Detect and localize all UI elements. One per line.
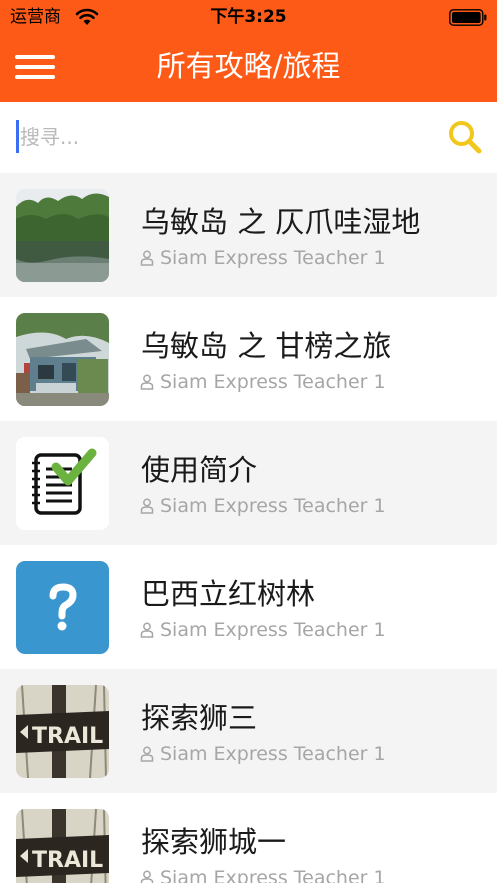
battery-icon bbox=[449, 9, 487, 26]
item-author: Siam Express Teacher 1 bbox=[140, 246, 386, 270]
list-item[interactable]: 使用简介 Siam Express Teacher 1 bbox=[0, 421, 497, 545]
wetland-lake-thumbnail bbox=[16, 189, 109, 282]
author-name: Siam Express Teacher 1 bbox=[160, 743, 386, 765]
item-title: 乌敏岛 之 甘榜之旅 bbox=[141, 329, 392, 363]
search-icon[interactable] bbox=[447, 119, 483, 155]
user-icon bbox=[140, 622, 154, 638]
author-name: Siam Express Teacher 1 bbox=[160, 247, 386, 269]
item-author: Siam Express Teacher 1 bbox=[140, 370, 386, 394]
list-item[interactable]: 乌敏岛 之 仄爪哇湿地 Siam Express Teacher 1 bbox=[0, 173, 497, 297]
author-name: Siam Express Teacher 1 bbox=[160, 495, 386, 517]
status-time: 下午3:25 bbox=[210, 7, 287, 27]
trail-sign-thumbnail: TRAIL bbox=[16, 809, 109, 883]
item-author: Siam Express Teacher 1 bbox=[140, 494, 386, 518]
item-title: 使用简介 bbox=[141, 453, 258, 487]
search-input[interactable] bbox=[20, 120, 430, 154]
list-item[interactable]: 巴西立红树林 Siam Express Teacher 1 bbox=[0, 545, 497, 669]
checklist-icon bbox=[16, 437, 109, 530]
user-icon bbox=[140, 498, 154, 514]
user-icon bbox=[140, 374, 154, 390]
status-bar: 运营商 下午3:25 bbox=[0, 0, 497, 34]
svg-text:TRAIL: TRAIL bbox=[32, 724, 103, 749]
author-name: Siam Express Teacher 1 bbox=[160, 867, 386, 883]
item-title: 探索狮三 bbox=[141, 701, 258, 735]
question-mark-icon bbox=[16, 561, 109, 654]
user-icon bbox=[140, 746, 154, 762]
list-item[interactable]: TRAIL 探索狮三 Siam Express Teacher 1 bbox=[0, 669, 497, 793]
item-title: 巴西立红树林 bbox=[141, 577, 316, 611]
item-title: 乌敏岛 之 仄爪哇湿地 bbox=[141, 205, 421, 239]
list-item[interactable]: 乌敏岛 之 甘榜之旅 Siam Express Teacher 1 bbox=[0, 297, 497, 421]
search-bar bbox=[0, 102, 497, 173]
user-icon bbox=[140, 870, 154, 883]
trail-sign-thumbnail: TRAIL bbox=[16, 685, 109, 778]
author-name: Siam Express Teacher 1 bbox=[160, 371, 386, 393]
item-author: Siam Express Teacher 1 bbox=[140, 866, 386, 883]
svg-text:TRAIL: TRAIL bbox=[32, 848, 103, 873]
item-author: Siam Express Teacher 1 bbox=[140, 742, 386, 766]
item-title: 探索狮城一 bbox=[141, 825, 287, 859]
author-name: Siam Express Teacher 1 bbox=[160, 619, 386, 641]
kampong-house-thumbnail bbox=[16, 313, 109, 406]
item-author: Siam Express Teacher 1 bbox=[140, 618, 386, 642]
header-bar: 运营商 下午3:25 所有攻略/旅程 bbox=[0, 0, 497, 102]
user-icon bbox=[140, 250, 154, 266]
page-title: 所有攻略/旅程 bbox=[156, 49, 341, 83]
list-item[interactable]: TRAIL 探索狮城一 Siam Express Teacher 1 bbox=[0, 793, 497, 883]
text-caret bbox=[16, 120, 19, 153]
